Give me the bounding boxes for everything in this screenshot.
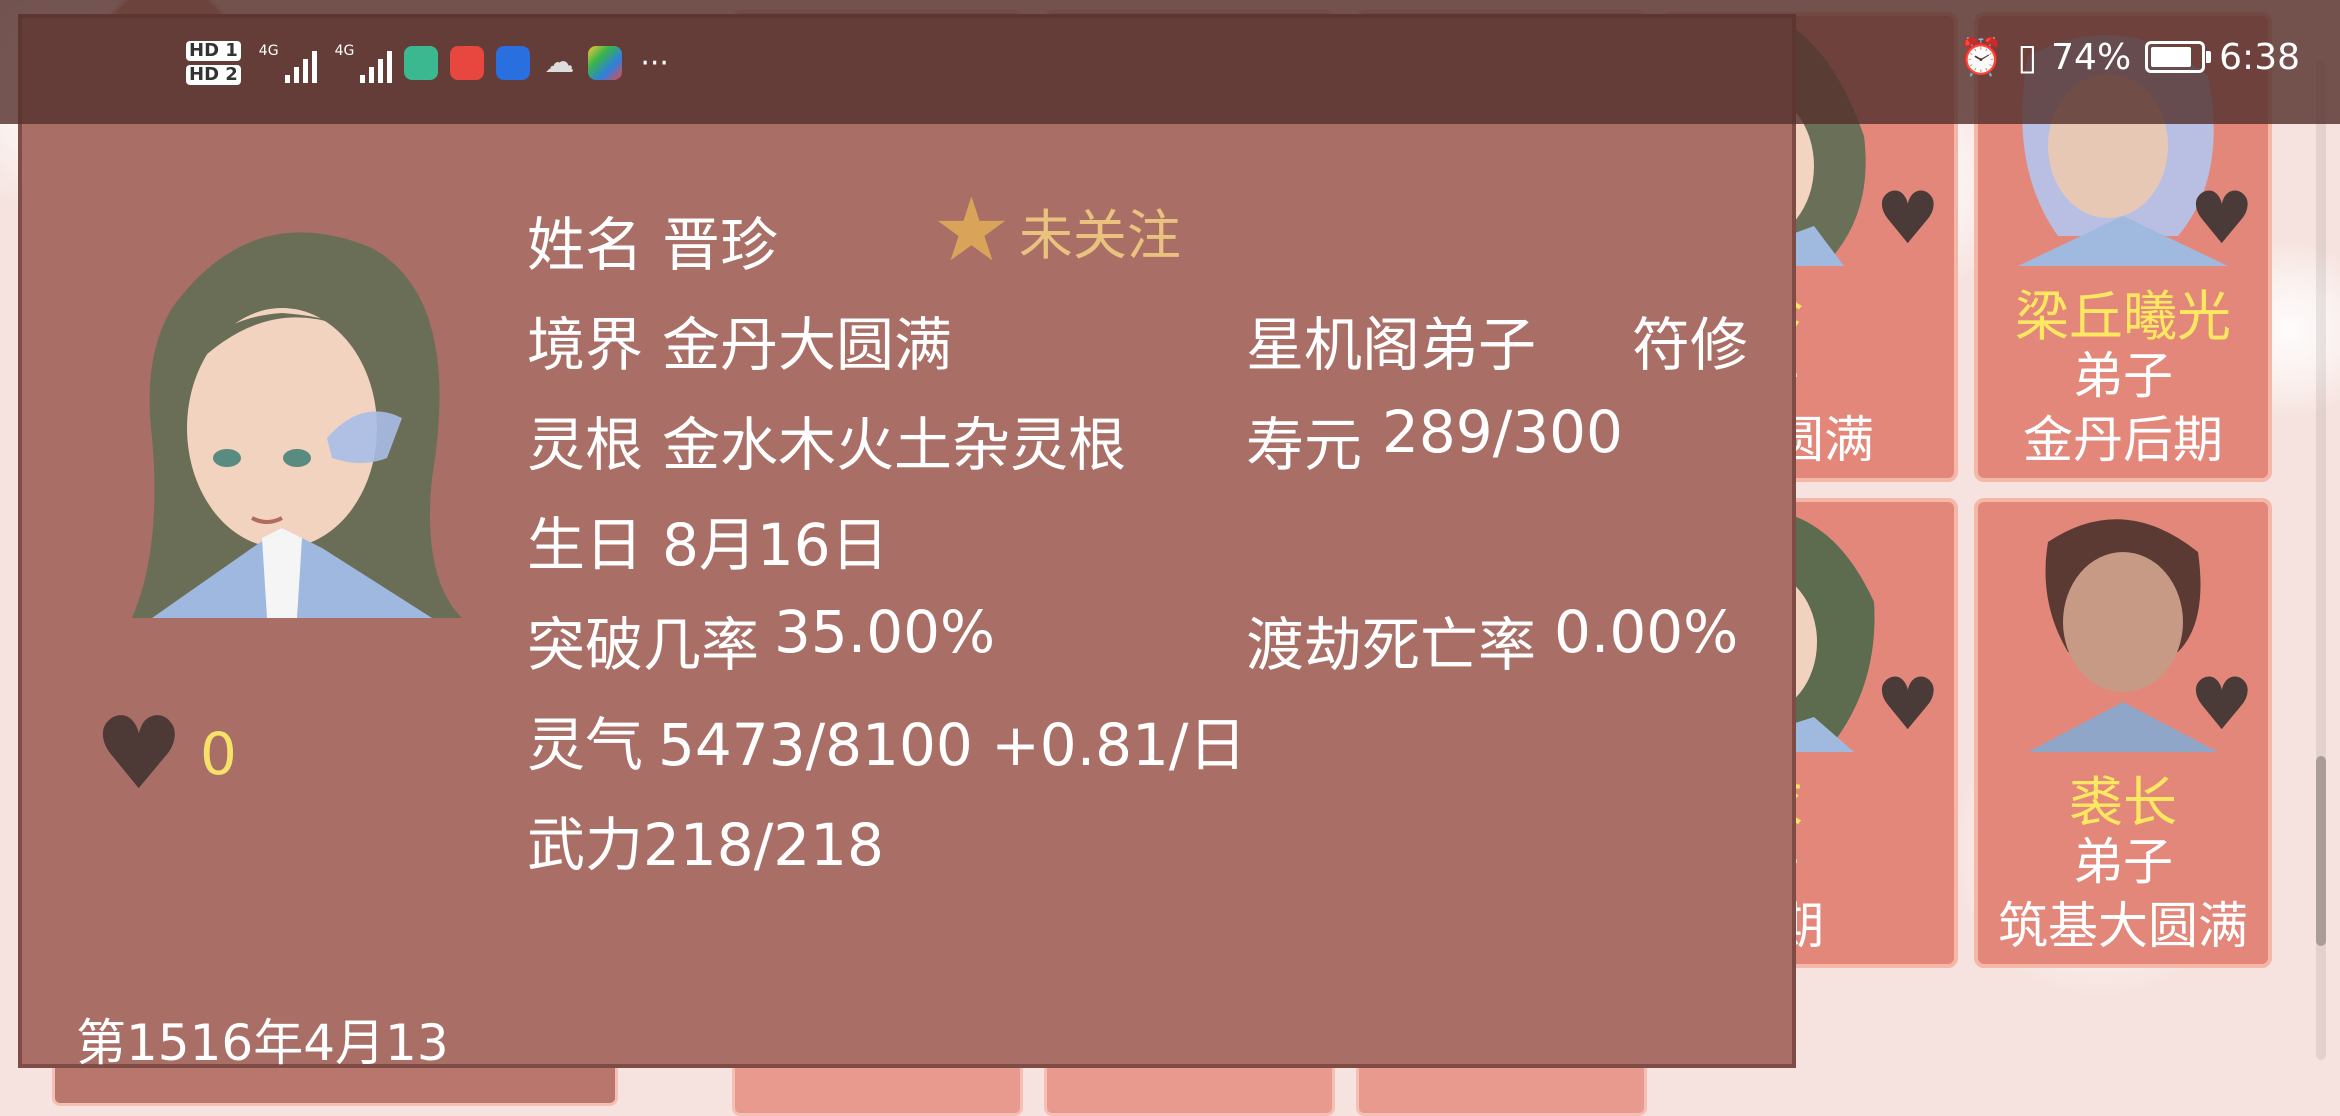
system-status-bar: HD 1 HD 2 4G 4G ☁ ··· ⏰ ▯ 74% 6:38 bbox=[0, 0, 2340, 124]
follow-label[interactable]: 未关注 bbox=[1019, 191, 1181, 270]
heart-icon[interactable]: ♥ bbox=[94, 704, 184, 804]
name-label: 姓名 bbox=[527, 211, 644, 279]
app-grid-icon bbox=[588, 46, 623, 80]
battery-icon bbox=[2145, 41, 2212, 73]
character-portrait bbox=[132, 218, 484, 618]
more-notifications-icon: ··· bbox=[640, 45, 669, 81]
breakthrough-value: 35.00% bbox=[774, 598, 996, 666]
breakthrough-label: 突破几率 bbox=[527, 611, 760, 679]
tribulation-value: 0.00% bbox=[1554, 598, 1739, 666]
star-icon[interactable]: ★ bbox=[932, 186, 1011, 274]
signal-icon: 4G bbox=[259, 43, 317, 83]
birthday-value: 8月16日 bbox=[662, 511, 889, 579]
sim-indicator: HD 1 HD 2 bbox=[186, 41, 241, 85]
favor-count: 0 bbox=[200, 720, 237, 788]
realm-label: 境界 bbox=[527, 311, 644, 379]
lifespan-value: 289/300 bbox=[1382, 398, 1623, 466]
tribulation-label: 渡劫死亡率 bbox=[1246, 611, 1537, 679]
heart-icon[interactable]: ♥ bbox=[2189, 182, 2254, 254]
heart-icon[interactable]: ♥ bbox=[1875, 668, 1940, 740]
disciple-role: 弟子 bbox=[2073, 833, 2173, 891]
network-type-label: 4G bbox=[334, 43, 355, 59]
clock: 6:38 bbox=[2219, 36, 2300, 78]
follow-toggle[interactable]: ★ 未关注 bbox=[932, 186, 1181, 274]
huawei-store-icon bbox=[450, 46, 485, 80]
qi-value: 5473/8100 +0.81/日 bbox=[658, 711, 1247, 779]
app-lock-icon bbox=[404, 46, 439, 80]
spirit-root-value: 金水木火土杂灵根 bbox=[662, 411, 1127, 479]
sim2-badge: HD 2 bbox=[186, 65, 241, 85]
bulb-icon bbox=[496, 46, 531, 80]
qi-label: 灵气 bbox=[527, 711, 644, 779]
force-value: 武力218/218 bbox=[527, 811, 884, 879]
game-date: 第1516年4月13 bbox=[76, 1014, 449, 1072]
sim1-badge: HD 1 bbox=[186, 41, 241, 61]
lifespan-label: 寿元 bbox=[1246, 411, 1363, 479]
network-type-label: 4G bbox=[258, 43, 279, 59]
profession-value: 符修 bbox=[1632, 311, 1749, 379]
realm-value: 金丹大圆满 bbox=[662, 311, 953, 379]
disciple-role: 弟子 bbox=[2073, 347, 2173, 405]
birthday-label: 生日 bbox=[527, 511, 644, 579]
alarm-icon: ⏰ bbox=[1958, 37, 2004, 78]
heart-icon[interactable]: ♥ bbox=[1875, 182, 1940, 254]
disciple-card[interactable]: ♥ 裘长 弟子 筑基大圆满 bbox=[1974, 498, 2272, 968]
disciple-portrait bbox=[1978, 502, 2268, 752]
disciple-realm: 金丹后期 bbox=[2023, 411, 2223, 469]
spirit-root-label: 灵根 bbox=[527, 411, 644, 479]
cloud-icon: ☁ bbox=[544, 45, 575, 80]
heart-icon[interactable]: ♥ bbox=[2189, 668, 2254, 740]
sect-value: 星机阁弟子 bbox=[1246, 311, 1537, 379]
character-name: 晋珍 bbox=[662, 211, 779, 279]
character-detail-dialog: 姓名 晋珍 境界 金丹大圆满 星机阁弟子 符修 灵根 金水木火土杂灵根 寿元 2… bbox=[18, 14, 1796, 1068]
signal-icon: 4G bbox=[335, 43, 393, 83]
scrollbar-thumb[interactable] bbox=[2316, 756, 2326, 946]
battery-percent: 74% bbox=[2051, 36, 2132, 78]
vibrate-icon: ▯ bbox=[2017, 36, 2038, 78]
disciple-realm: 筑基大圆满 bbox=[1998, 897, 2248, 955]
